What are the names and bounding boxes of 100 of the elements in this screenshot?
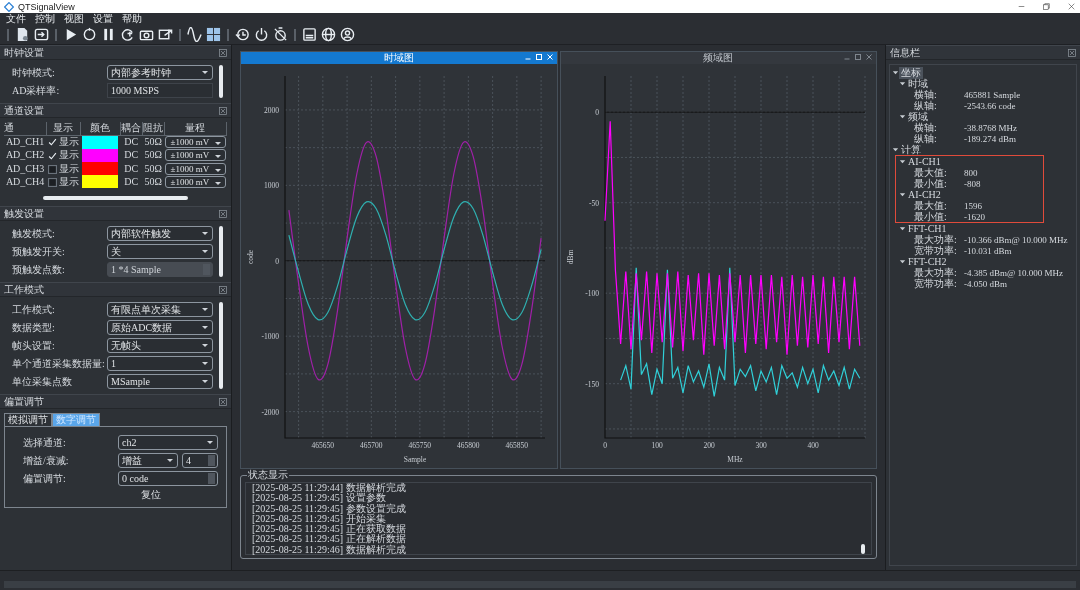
dropdown[interactable]: 增益: [118, 453, 178, 469]
panel-title: 偏置调节: [4, 395, 44, 408]
window-title: 频域图: [703, 52, 734, 64]
tree-item[interactable]: 坐标: [899, 66, 923, 79]
tree-item[interactable]: AI-CH1: [906, 155, 943, 168]
tree-item[interactable]: 纵轴:: [906, 99, 964, 112]
dropdown[interactable]: 无帧头: [107, 338, 213, 354]
table-cell-text: 50Ω: [143, 161, 163, 176]
log-line: [2025-08-25 11:29:46] 数据解析完成: [252, 544, 407, 556]
panel-title: 信息栏: [890, 46, 920, 59]
table-cell-text: AD_CH4: [4, 175, 46, 189]
table-cell-text: AD_CH1: [4, 135, 46, 149]
dropdown[interactable]: MSample: [107, 374, 213, 390]
dropdown[interactable]: ±1000 mV: [165, 162, 226, 175]
field-label: 工作模式:: [12, 303, 56, 316]
dropdown[interactable]: ±1000 mV: [165, 175, 226, 188]
menu-item[interactable]: 控制: [35, 13, 55, 25]
window-titlebar[interactable]: 频域图: [560, 52, 876, 64]
dropdown[interactable]: 内部软件触发: [107, 226, 213, 242]
table-cell: 50Ω: [142, 135, 165, 149]
menu-item[interactable]: 文件: [6, 13, 26, 25]
dropdown[interactable]: 原始ADC数据: [107, 320, 213, 336]
window-title: 时域图: [383, 52, 414, 64]
tree-value: -808: [964, 177, 981, 190]
field-label: 单位采集点数: [12, 375, 73, 388]
tree-value: 465881 Sample: [964, 88, 1021, 101]
field-label: 偏置调节:: [23, 472, 67, 485]
dropdown[interactable]: 1: [107, 356, 213, 372]
dropdown[interactable]: ch2: [118, 435, 218, 451]
tree-item[interactable]: 时域: [906, 77, 930, 90]
tree-value: -189.274 dBm: [964, 132, 1016, 145]
tree-item[interactable]: 宽带功率:: [906, 244, 964, 257]
panel-title: 触发设置: [4, 207, 44, 220]
tree-value: -38.8768 MHz: [964, 121, 1017, 134]
tree-value: -10.031 dBm: [964, 245, 1012, 257]
field-label: 时钟模式:: [12, 66, 56, 79]
tree-item[interactable]: 纵轴:: [906, 132, 964, 145]
column-header: 显示: [46, 122, 81, 135]
tree-item[interactable]: 横轴:: [906, 121, 964, 134]
tree-item[interactable]: 计算: [899, 143, 923, 156]
tree-item[interactable]: 最大值:: [906, 199, 964, 212]
field-label: 预触发点数:: [12, 263, 66, 276]
tree-item[interactable]: 最大功率:: [906, 233, 964, 246]
window-title: QTSignalView: [18, 0, 75, 13]
checkbox-label: 显示: [58, 162, 79, 174]
tree-item[interactable]: 频域: [906, 110, 930, 123]
field-label: 预触发开关:: [12, 245, 66, 258]
dropdown[interactable]: 关: [107, 244, 213, 260]
field-label: 选择通道:: [23, 436, 67, 449]
checkbox-label: 显示: [58, 175, 79, 187]
tree-item[interactable]: 横轴:: [906, 88, 964, 101]
spin-box[interactable]: 0 code: [118, 471, 218, 487]
tree-item[interactable]: 宽带功率:: [906, 277, 964, 290]
column-header: 耦合: [120, 122, 143, 135]
tree-item[interactable]: 最小值:: [906, 210, 964, 223]
menu-item[interactable]: 帮助: [122, 13, 142, 25]
tree-value: 1596: [964, 199, 982, 212]
tree-value: -2543.66 code: [964, 100, 1016, 112]
column-header: 通: [4, 122, 47, 135]
log-line: [2025-08-25 11:29:45] 参数设置完成: [252, 503, 407, 514]
tree-value: 800: [964, 166, 978, 179]
dropdown[interactable]: 内部参考时钟: [107, 65, 213, 80]
table-cell-text: DC: [123, 161, 140, 176]
tree-item[interactable]: 最小值:: [906, 177, 964, 190]
log-line: [2025-08-25 11:29:45] 正在获取数据: [252, 524, 407, 535]
tree-value: -10.366 dBm@ 10.000 MHz: [964, 233, 1068, 246]
value-field[interactable]: 1000 MSPS: [107, 83, 213, 98]
log-line: [2025-08-25 11:29:45] 正在解析数据: [252, 534, 407, 545]
table-cell-text: AD_CH3: [4, 161, 46, 176]
table-cell-text: DC: [123, 175, 140, 189]
column-header: 阻抗: [142, 122, 165, 135]
panel-title: 时钟设置: [4, 46, 44, 59]
tree-item[interactable]: FFT-CH2: [906, 255, 949, 268]
reset-button[interactable]: 复位: [140, 489, 161, 502]
tree-value: -4.050 dBm: [964, 278, 1007, 290]
tree-item[interactable]: 最大值:: [906, 166, 964, 179]
dropdown[interactable]: ±1000 mV: [165, 136, 226, 149]
field-label: 单个通道采集数据量:: [12, 357, 106, 370]
field-label: 帧头设置:: [12, 339, 56, 352]
tree-item[interactable]: FFT-CH1: [906, 222, 949, 235]
menu-item[interactable]: 视图: [64, 13, 84, 25]
checkbox-label: 显示: [58, 149, 79, 161]
field-label: 数据类型:: [12, 321, 56, 334]
tree-value: -4.385 dBm@ 10.000 MHz: [964, 266, 1064, 279]
dropdown[interactable]: ±1000 mV: [165, 149, 226, 162]
tab[interactable]: 模拟调节: [4, 413, 52, 427]
table-cell-text: 50Ω: [143, 175, 163, 189]
group-title: 状态显示: [247, 469, 289, 481]
panel-title: 工作模式: [4, 283, 44, 296]
table-cell-text: DC: [123, 148, 140, 162]
tree-value: -1620: [964, 210, 985, 223]
tree-item[interactable]: AI-CH2: [906, 188, 943, 201]
field-label: AD采样率:: [12, 84, 61, 97]
table-cell: DC: [120, 135, 143, 149]
checkbox-label: 显示: [58, 136, 79, 148]
dropdown[interactable]: 有限点单次采集: [107, 302, 213, 318]
field-label: 增益/衰减:: [23, 454, 70, 467]
tree-item[interactable]: 最大功率:: [906, 266, 964, 279]
spin-box[interactable]: 4: [182, 453, 218, 469]
menu-item[interactable]: 设置: [93, 13, 113, 25]
